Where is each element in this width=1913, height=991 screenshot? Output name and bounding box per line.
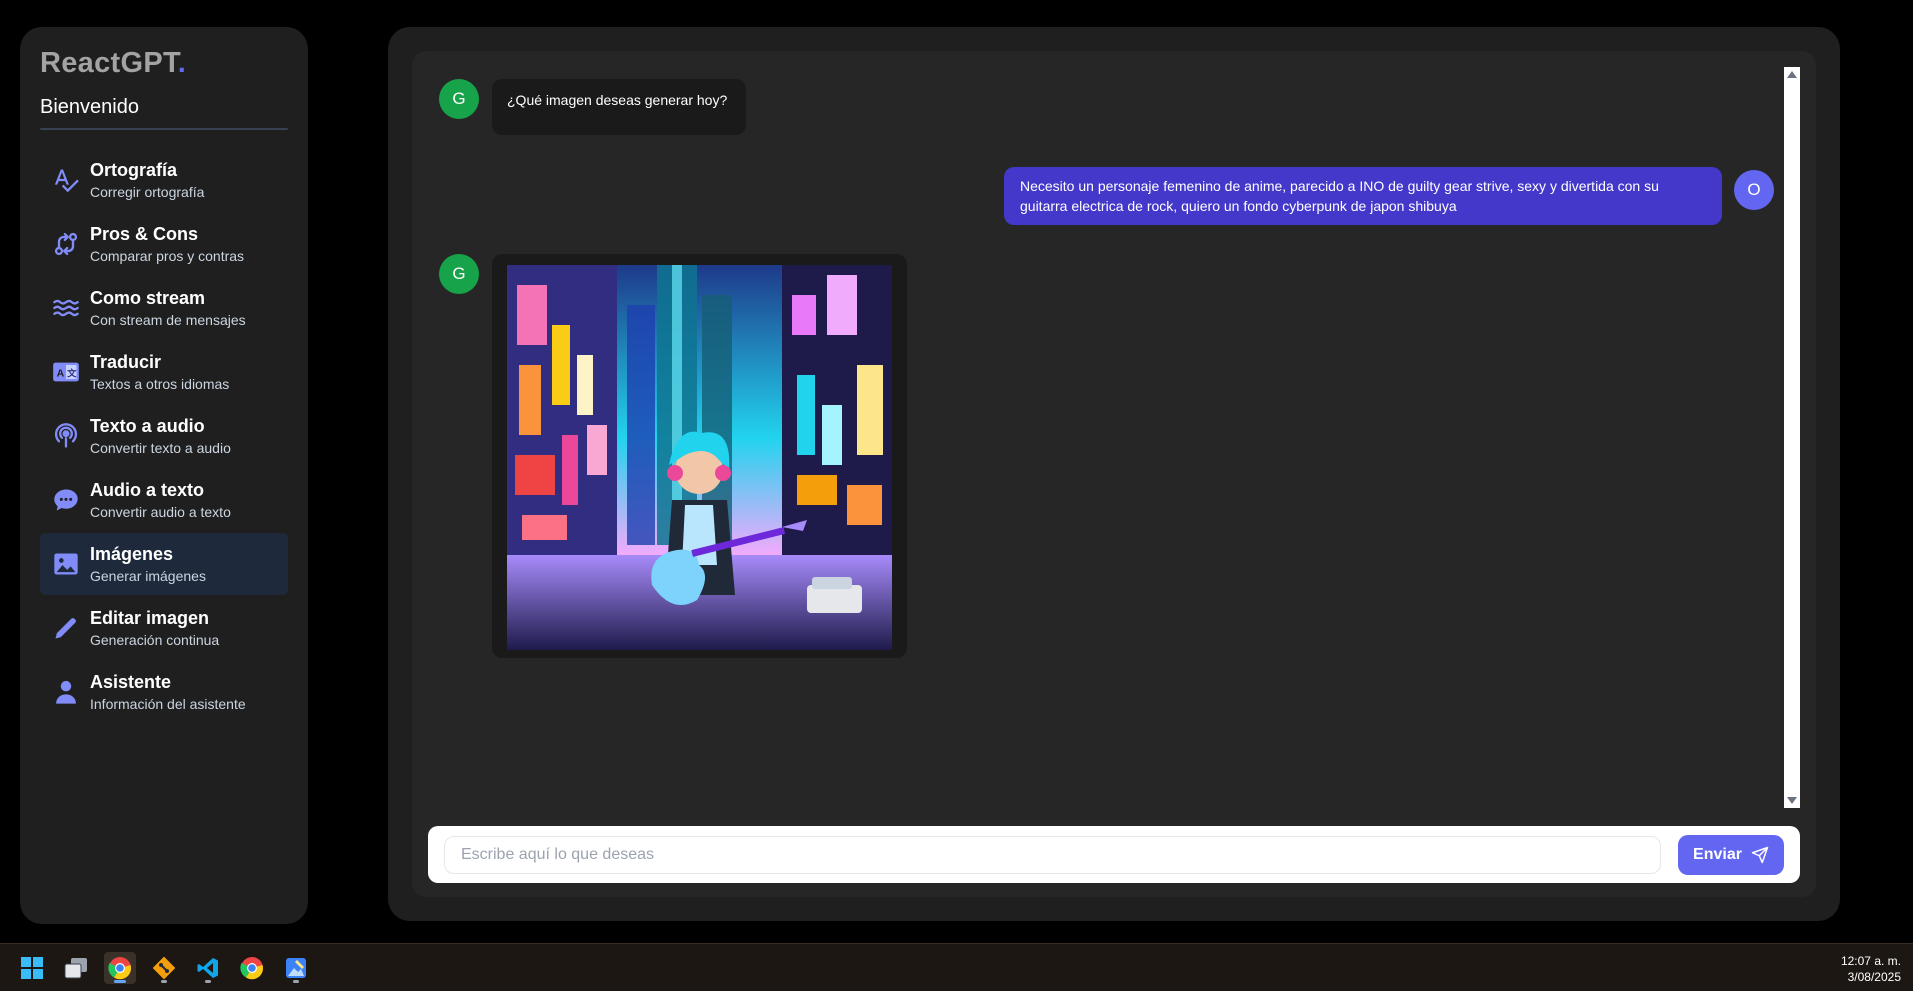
chrome-icon[interactable] — [236, 952, 268, 984]
menu-title: Pros & Cons — [90, 223, 199, 244]
spellcheck-icon — [46, 160, 86, 200]
menu-title: Asistente — [90, 671, 172, 692]
user-icon — [46, 672, 86, 712]
assistant-avatar: G — [439, 254, 479, 294]
svg-text:文: 文 — [66, 368, 77, 379]
scroll-up-arrow-icon[interactable] — [1787, 71, 1797, 78]
message-list[interactable]: G ¿Qué imagen deseas generar hoy? Necesi… — [412, 51, 1786, 835]
chat-scrollbar[interactable] — [1784, 67, 1800, 808]
podcast-icon — [46, 416, 86, 456]
scroll-down-arrow-icon[interactable] — [1787, 797, 1797, 804]
welcome-text: Bienvenido — [40, 96, 139, 118]
menu-title: Imágenes — [90, 543, 174, 564]
message-text: Necesito un personaje femenino de anime,… — [1004, 167, 1722, 225]
sidebar-item-pros-cons[interactable]: Pros & Cons Comparar pros y contras — [40, 213, 288, 275]
waves-icon — [46, 288, 86, 328]
open-indicator — [293, 980, 299, 983]
paper-plane-icon — [1751, 846, 1769, 864]
generated-image[interactable] — [507, 265, 892, 650]
sidebar-item-asistente[interactable]: Asistente Información del asistente — [40, 661, 288, 723]
menu-subtitle: Generar imágenes — [90, 568, 206, 585]
menu-subtitle: Convertir texto a audio — [90, 440, 231, 457]
system-clock[interactable]: 12:07 a. m. 3/08/2025 — [1841, 953, 1901, 985]
paint-icon[interactable] — [280, 952, 312, 984]
menu-subtitle: Comparar pros y contras — [90, 248, 245, 265]
sidebar: ReactGPT. Bienvenido Ortografía Corregir… — [20, 27, 308, 924]
menu-subtitle: Convertir audio a texto — [90, 504, 231, 521]
message-input[interactable] — [444, 836, 1661, 874]
assistant-avatar: G — [439, 79, 479, 119]
menu-title: Texto a audio — [90, 415, 205, 436]
assistant-message: G — [439, 254, 907, 658]
menu-title: Traducir — [90, 351, 162, 372]
windows-start-icon[interactable] — [16, 952, 48, 984]
svg-text:A: A — [57, 368, 65, 380]
sidebar-item-ortografia[interactable]: Ortografía Corregir ortografía — [40, 149, 288, 211]
open-indicator — [161, 980, 167, 983]
sidebar-divider — [40, 128, 288, 130]
open-indicator — [205, 980, 211, 983]
send-button[interactable]: Enviar — [1678, 835, 1784, 875]
menu-subtitle: Información del asistente — [90, 696, 246, 713]
user-avatar: O — [1734, 170, 1774, 210]
sidebar-item-traducir[interactable]: A文 Traducir Textos a otros idiomas — [40, 341, 288, 403]
sidebar-item-texto-audio[interactable]: Texto a audio Convertir texto a audio — [40, 405, 288, 467]
assistant-message: G ¿Qué imagen deseas generar hoy? — [439, 79, 746, 135]
chat-panel: G ¿Qué imagen deseas generar hoy? Necesi… — [388, 27, 1840, 921]
send-label: Enviar — [1693, 846, 1742, 863]
menu-subtitle: Textos a otros idiomas — [90, 376, 230, 393]
menu-title: Editar imagen — [90, 607, 210, 628]
sidebar-item-editar-imagen[interactable]: Editar imagen Generación continua — [40, 597, 288, 659]
vscode-icon[interactable] — [192, 952, 224, 984]
menu-subtitle: Con stream de mensajes — [90, 312, 246, 329]
menu-subtitle: Corregir ortografía — [90, 184, 205, 201]
chat-container: G ¿Qué imagen deseas generar hoy? Necesi… — [412, 51, 1816, 897]
app-logo: ReactGPT. — [40, 47, 187, 79]
active-indicator — [114, 980, 126, 983]
translate-icon: A文 — [46, 352, 86, 392]
git-icon[interactable] — [148, 952, 180, 984]
task-view-icon[interactable] — [60, 952, 92, 984]
menu-title: Audio a texto — [90, 479, 205, 500]
message-composer: Enviar — [428, 826, 1800, 883]
menu-title: Ortografía — [90, 159, 178, 180]
sidebar-item-audio-texto[interactable]: Audio a texto Convertir audio a texto — [40, 469, 288, 531]
compare-arrows-icon — [46, 224, 86, 264]
user-message: Necesito un personaje femenino de anime,… — [1004, 167, 1774, 225]
pencil-icon — [46, 608, 86, 648]
clock-date: 3/08/2025 — [1847, 970, 1901, 984]
sidebar-menu: Ortografía Corregir ortografía Pros & Co… — [40, 149, 288, 723]
menu-subtitle: Generación continua — [90, 632, 220, 649]
sidebar-item-stream[interactable]: Como stream Con stream de mensajes — [40, 277, 288, 339]
image-icon — [46, 544, 86, 584]
clock-time: 12:07 a. m. — [1840, 954, 1901, 968]
menu-title: Como stream — [90, 287, 206, 308]
taskbar: 12:07 a. m. 3/08/2025 — [0, 943, 1913, 991]
image-card — [492, 254, 907, 658]
chrome-icon[interactable] — [104, 952, 136, 984]
chat-bubble-icon — [46, 480, 86, 520]
message-text: ¿Qué imagen deseas generar hoy? — [492, 79, 746, 135]
sidebar-item-imagenes[interactable]: Imágenes Generar imágenes — [40, 533, 288, 595]
